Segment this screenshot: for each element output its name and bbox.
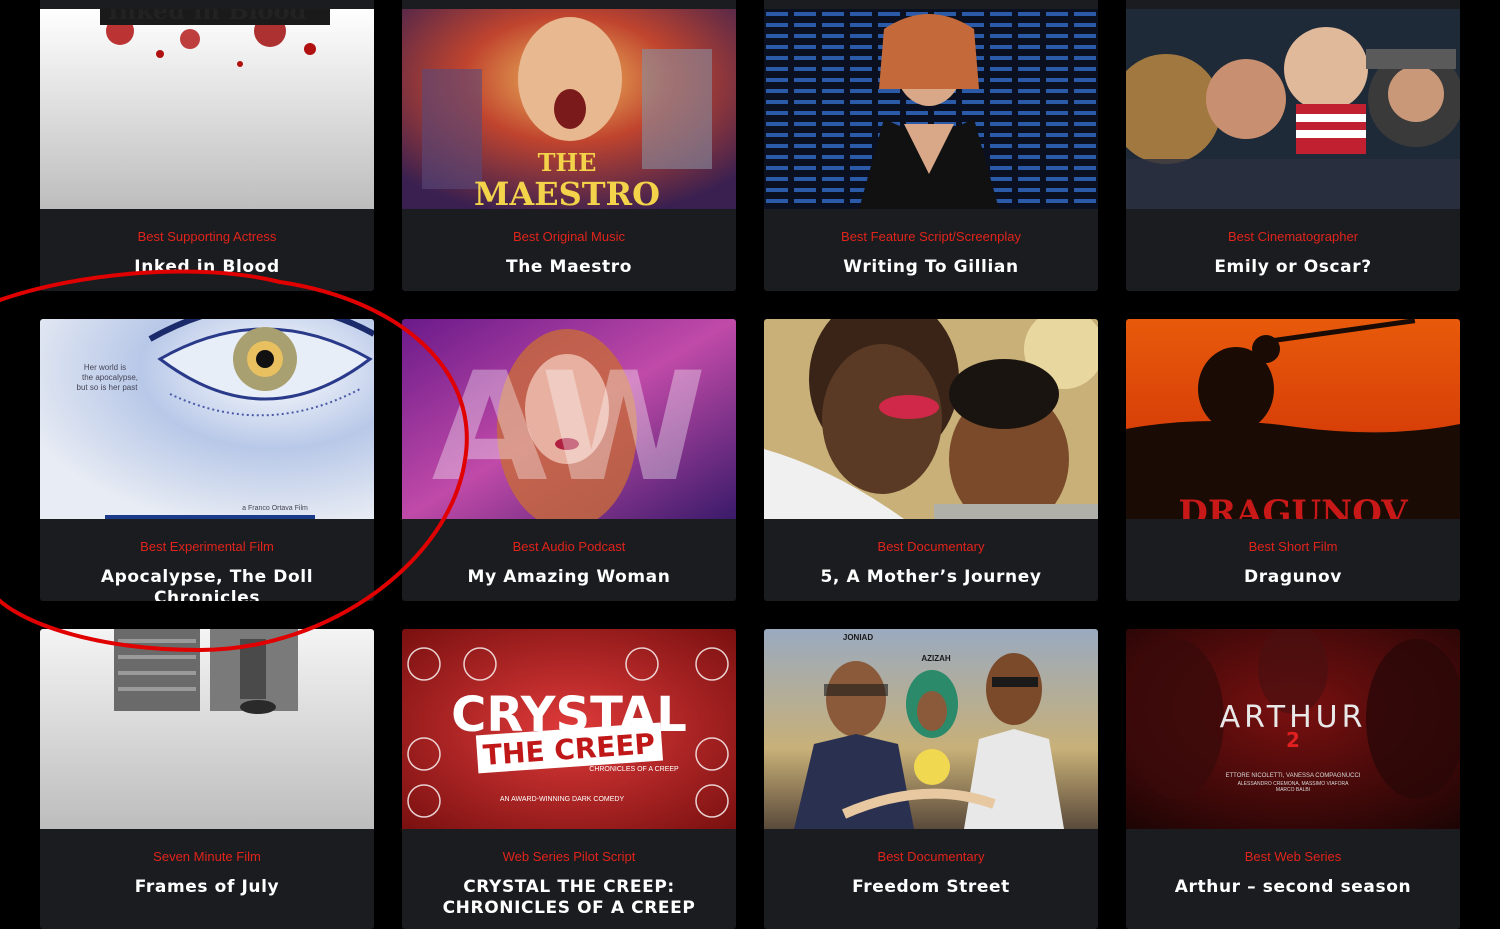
film-card[interactable]: Inked in Blood Best Supporting Actress I…: [40, 0, 374, 291]
poster-credits: ETTORE NICOLETTI, VANESSA COMPAGNUCCI: [1225, 773, 1360, 779]
award-category: Best Original Music: [513, 229, 625, 244]
film-poster[interactable]: THE MAESTRO: [402, 9, 736, 209]
film-card[interactable]: Seven Minute Film Frames of July: [40, 629, 374, 929]
film-card[interactable]: Her world is the apocalypse, but so is h…: [40, 319, 374, 601]
film-title[interactable]: CRYSTAL THE CREEP: CHRONICLES OF A CREEP: [402, 877, 736, 919]
film-poster[interactable]: AW: [402, 319, 736, 519]
poster-tagline: Her world is: [84, 363, 126, 372]
award-category: Best Web Series: [1244, 849, 1342, 864]
award-category: Best Documentary: [877, 539, 985, 554]
film-poster[interactable]: JONIAD AZIZAH: [764, 629, 1098, 829]
film-card[interactable]: Best Cinematographer Emily or Oscar?: [1126, 0, 1460, 291]
film-poster[interactable]: DRAGUNOV: [1126, 319, 1460, 519]
award-category: Seven Minute Film: [153, 849, 261, 864]
poster-title-text: THE: [538, 148, 597, 177]
poster-season-number: 2: [1286, 728, 1300, 752]
film-poster[interactable]: CRYSTAL THE CREEP CHRONICLES OF A CREEP …: [402, 629, 736, 829]
poster-name: JONIAD: [843, 633, 873, 642]
poster-title-text: MAESTRO: [474, 175, 660, 209]
award-category: Best Experimental Film: [140, 539, 274, 554]
film-title[interactable]: 5, A Mother’s Journey: [764, 567, 1098, 588]
film-card[interactable]: Best Feature Script/Screenplay Writing T…: [764, 0, 1098, 291]
film-poster[interactable]: [764, 9, 1098, 209]
film-title[interactable]: Apocalypse, The Doll Chronicles: [40, 567, 374, 601]
award-category: Best Feature Script/Screenplay: [841, 229, 1021, 244]
award-category: Best Supporting Actress: [137, 229, 277, 244]
film-title[interactable]: Emily or Oscar?: [1126, 257, 1460, 278]
award-category: Web Series Pilot Script: [502, 849, 636, 864]
poster-tagline: the apocalypse,: [82, 373, 138, 382]
film-card[interactable]: AW Best Audio Podcast My Amazing Woman: [402, 319, 736, 601]
film-poster[interactable]: [764, 319, 1098, 519]
poster-credit: a Franco Ortava Film: [242, 505, 308, 512]
poster-tagline: but so is her past: [77, 383, 139, 392]
poster-title-text: Inked in Blood: [108, 9, 307, 25]
film-title[interactable]: Dragunov: [1126, 567, 1460, 588]
film-title[interactable]: Frames of July: [40, 877, 374, 898]
award-category: Best Short Film: [1248, 539, 1338, 554]
film-poster[interactable]: Inked in Blood: [40, 9, 374, 209]
award-category: Best Documentary: [877, 849, 985, 864]
poster-title-text: DRAGUNOV: [1178, 493, 1408, 519]
film-title[interactable]: Freedom Street: [764, 877, 1098, 898]
poster-name: AZIZAH: [921, 654, 951, 663]
film-poster[interactable]: ARTHUR 2 ETTORE NICOLETTI, VANESSA COMPA…: [1126, 629, 1460, 829]
film-poster[interactable]: Her world is the apocalypse, but so is h…: [40, 319, 374, 519]
film-title[interactable]: The Maestro: [402, 257, 736, 278]
film-card[interactable]: DRAGUNOV Best Short Film Dragunov: [1126, 319, 1460, 601]
film-card[interactable]: THE MAESTRO Best Original Music The Maes…: [402, 0, 736, 291]
film-card[interactable]: CRYSTAL THE CREEP CHRONICLES OF A CREEP …: [402, 629, 736, 929]
award-category: Best Audio Podcast: [512, 539, 626, 554]
film-card[interactable]: JONIAD AZIZAH Best Documentary Freedom S…: [764, 629, 1098, 929]
poster-credits: MARCO BALBI: [1276, 787, 1310, 793]
film-poster[interactable]: [40, 629, 374, 829]
award-category: Best Cinematographer: [1227, 229, 1359, 244]
film-title[interactable]: Writing To Gillian: [764, 257, 1098, 278]
poster-tagline: AN AWARD-WINNING DARK COMEDY: [500, 796, 625, 803]
film-title[interactable]: My Amazing Woman: [402, 567, 736, 588]
poster-title-text: AW: [432, 341, 707, 515]
film-card[interactable]: ARTHUR 2 ETTORE NICOLETTI, VANESSA COMPA…: [1126, 629, 1460, 929]
film-poster[interactable]: [1126, 9, 1460, 209]
film-card[interactable]: Best Documentary 5, A Mother’s Journey: [764, 319, 1098, 601]
film-title[interactable]: Arthur – second season: [1126, 877, 1460, 898]
film-grid: Inked in Blood Best Supporting Actress I…: [0, 0, 1500, 929]
poster-subtitle: CHRONICLES OF A CREEP: [589, 766, 679, 773]
film-title[interactable]: Inked in Blood: [40, 257, 374, 278]
